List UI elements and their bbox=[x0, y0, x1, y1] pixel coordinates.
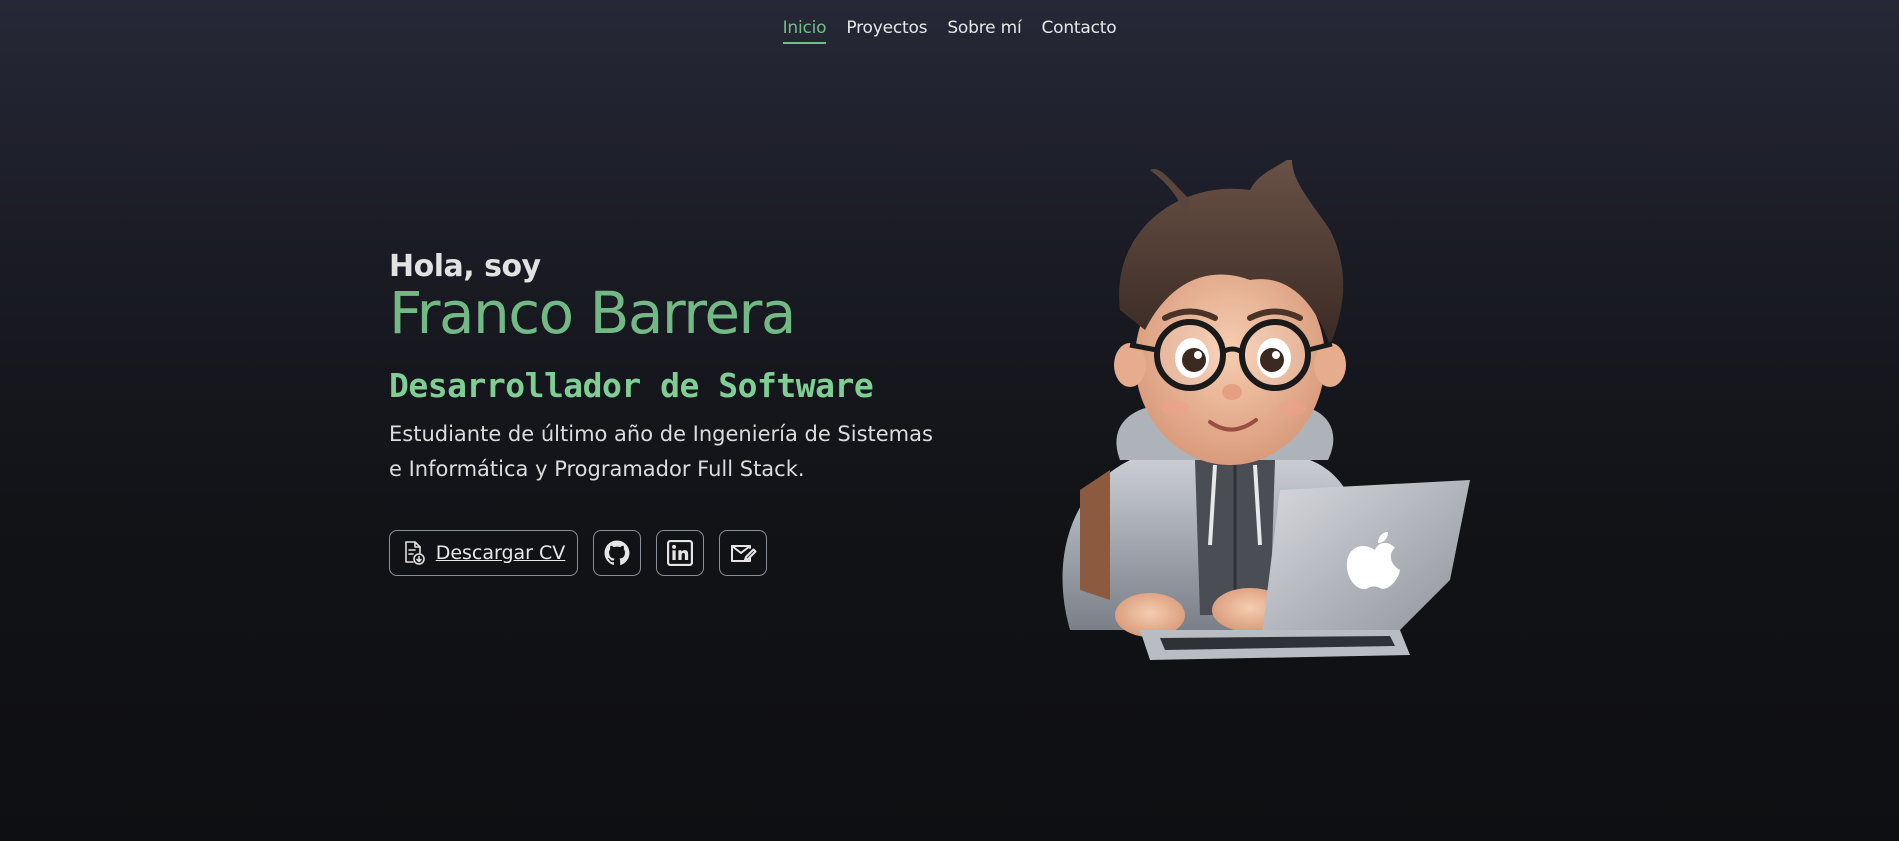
hero-description-line-1: Estudiante de último año de Ingeniería d… bbox=[389, 421, 933, 446]
hero-description: Estudiante de último año de Ingeniería d… bbox=[389, 417, 949, 487]
main-nav: Inicio Proyectos Sobre mí Contacto bbox=[0, 18, 1899, 44]
download-cv-label: Descargar CV bbox=[435, 541, 566, 564]
avatar-illustration bbox=[1010, 155, 1490, 670]
hero-actions: Descargar CV bbox=[389, 529, 969, 576]
nav-item-proyectos[interactable]: Proyectos bbox=[846, 18, 927, 44]
nav-item-sobre-mi[interactable]: Sobre mí bbox=[947, 18, 1021, 44]
download-cv-button[interactable]: Descargar CV bbox=[389, 529, 578, 576]
email-button[interactable] bbox=[719, 529, 767, 576]
linkedin-button[interactable] bbox=[656, 529, 704, 576]
file-download-icon bbox=[402, 540, 426, 566]
mail-edit-icon bbox=[729, 540, 757, 566]
nav-item-inicio[interactable]: Inicio bbox=[782, 18, 827, 44]
nav-item-contacto[interactable]: Contacto bbox=[1041, 18, 1116, 44]
hero-description-line-2: e Informática y Programador Full Stack. bbox=[389, 456, 805, 481]
hero-role: Desarrollador de Software bbox=[389, 365, 874, 405]
hero-section: Hola, soy Franco Barrera Desarrollador d… bbox=[389, 250, 969, 576]
linkedin-icon bbox=[667, 539, 693, 566]
hero-name: Franco Barrera bbox=[389, 279, 796, 347]
github-button[interactable] bbox=[593, 529, 641, 576]
github-icon bbox=[604, 540, 630, 566]
